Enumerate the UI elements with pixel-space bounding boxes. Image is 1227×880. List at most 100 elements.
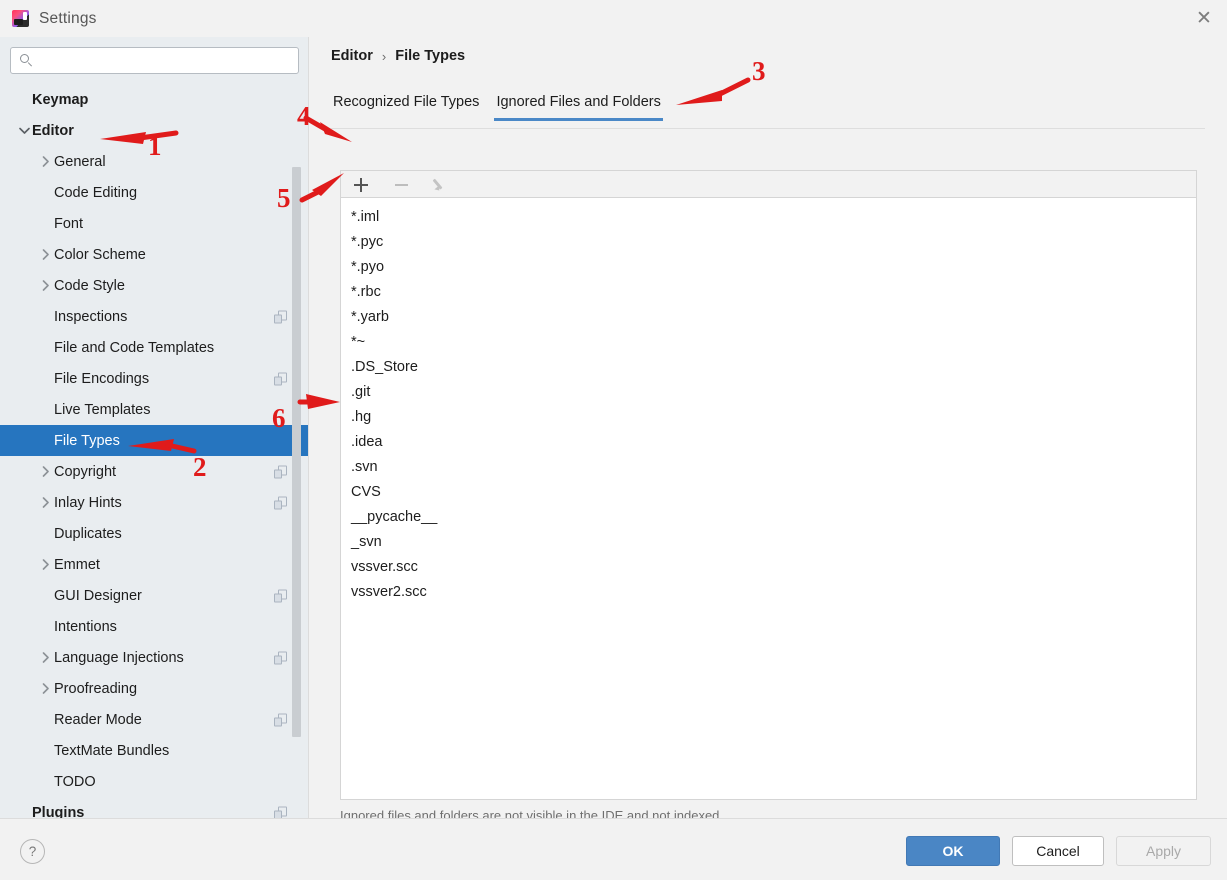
search-input[interactable]: [34, 48, 298, 73]
settings-window: Settings ✕ Keymap Editor General Code Editi…: [0, 0, 1227, 880]
plus-icon: [354, 177, 368, 192]
sidebar-item-general[interactable]: General: [0, 146, 309, 177]
breadcrumb-separator-icon: ›: [381, 48, 387, 64]
sidebar-item-emmet[interactable]: Emmet: [0, 549, 309, 580]
cancel-button[interactable]: Cancel: [1012, 836, 1104, 866]
list-item[interactable]: .git: [341, 379, 1196, 404]
breadcrumb-parent[interactable]: Editor: [331, 48, 373, 64]
sidebar-scrollbar-track[interactable]: [292, 84, 301, 818]
sidebar-item-file-encodings[interactable]: File Encodings: [0, 363, 309, 394]
chevron-right-icon[interactable]: [38, 497, 54, 508]
sidebar-item-intentions[interactable]: Intentions: [0, 611, 309, 642]
list-item[interactable]: CVS: [341, 479, 1196, 504]
sidebar-item-label: Language Injections: [54, 649, 184, 666]
list-item[interactable]: .hg: [341, 404, 1196, 429]
help-icon[interactable]: ?: [20, 839, 45, 864]
sidebar-item-label: Reader Mode: [54, 711, 142, 728]
sidebar-item-language-injections[interactable]: Language Injections: [0, 642, 309, 673]
chevron-right-icon[interactable]: [38, 652, 54, 663]
sidebar-item-label: Intentions: [54, 618, 117, 635]
list-item[interactable]: .svn: [341, 454, 1196, 479]
sidebar-item-label: Inspections: [54, 308, 128, 325]
sidebar-item-textmate-bundles[interactable]: TextMate Bundles: [0, 735, 309, 766]
sidebar-item-todo[interactable]: TODO: [0, 766, 309, 797]
list-item[interactable]: *.yarb: [341, 304, 1196, 329]
add-button[interactable]: [351, 175, 371, 195]
sidebar-item-code-editing[interactable]: Code Editing: [0, 177, 309, 208]
list-item[interactable]: *.iml: [341, 204, 1196, 229]
window-title: Settings: [39, 9, 97, 27]
sidebar-item-copyright[interactable]: Copyright: [0, 456, 309, 487]
chevron-right-icon[interactable]: [38, 466, 54, 477]
breadcrumb-current: File Types: [395, 48, 466, 64]
sidebar-item-plugins[interactable]: Plugins: [0, 797, 309, 818]
sidebar-item-label: Proofreading: [54, 680, 138, 697]
sidebar-item-proofreading[interactable]: Proofreading: [0, 673, 309, 704]
tab-recognized-file-types[interactable]: Recognized File Types: [331, 90, 481, 121]
sidebar-item-label: Code Editing: [54, 184, 138, 201]
sidebar-item-label: Plugins: [32, 804, 85, 819]
ignored-files-list[interactable]: *.iml *.pyc *.pyo *.rbc *.yarb *~ .DS_Store .gi…: [340, 197, 1197, 800]
sidebar-item-editor[interactable]: Editor: [0, 115, 309, 146]
sidebar-scrollbar-thumb[interactable]: [292, 167, 301, 737]
sidebar-item-label: TODO: [54, 773, 96, 790]
sidebar-item-label: Code Style: [54, 277, 125, 294]
sidebar-item-reader-mode[interactable]: Reader Mode: [0, 704, 309, 735]
list-item[interactable]: *.rbc: [341, 279, 1196, 304]
sidebar-item-font[interactable]: Font: [0, 208, 309, 239]
sidebar-item-file-types[interactable]: File Types: [0, 425, 309, 456]
chevron-right-icon[interactable]: [38, 156, 54, 167]
copy-settings-icon: [274, 310, 287, 323]
list-item[interactable]: .idea: [341, 429, 1196, 454]
sidebar-item-inspections[interactable]: Inspections: [0, 301, 309, 332]
list-item[interactable]: .DS_Store: [341, 354, 1196, 379]
copy-settings-icon: [274, 372, 287, 385]
sidebar-item-duplicates[interactable]: Duplicates: [0, 518, 309, 549]
sidebar-item-code-style[interactable]: Code Style: [0, 270, 309, 301]
search-icon: [20, 53, 34, 68]
settings-tree: Keymap Editor General Code Editing Font Color…: [0, 84, 309, 818]
copy-settings-icon: [274, 806, 287, 818]
settings-sidebar: Keymap Editor General Code Editing Font Color…: [0, 37, 309, 818]
sidebar-item-label: Emmet: [54, 556, 100, 573]
remove-button[interactable]: [391, 175, 411, 195]
sidebar-item-gui-designer[interactable]: GUI Designer: [0, 580, 309, 611]
list-item[interactable]: *~: [341, 329, 1196, 354]
sidebar-item-keymap[interactable]: Keymap: [0, 84, 309, 115]
sidebar-item-label: File Types: [54, 432, 120, 449]
list-item[interactable]: vssver2.scc: [341, 579, 1196, 604]
list-item[interactable]: __pycache__: [341, 504, 1196, 529]
edit-button[interactable]: [431, 175, 451, 195]
sidebar-item-label: Editor: [32, 122, 74, 139]
sidebar-item-live-templates[interactable]: Live Templates: [0, 394, 309, 425]
sidebar-item-label: TextMate Bundles: [54, 742, 170, 759]
chevron-right-icon[interactable]: [38, 249, 54, 260]
sidebar-item-label: Duplicates: [54, 525, 122, 542]
sidebar-item-label: Copyright: [54, 463, 117, 480]
tab-ignored-files-and-folders[interactable]: Ignored Files and Folders: [494, 90, 664, 121]
title-bar: Settings ✕: [0, 0, 1227, 37]
sidebar-item-color-scheme[interactable]: Color Scheme: [0, 239, 309, 270]
chevron-down-icon[interactable]: [16, 127, 32, 135]
chevron-right-icon[interactable]: [38, 559, 54, 570]
sidebar-item-label: General: [54, 153, 106, 170]
sidebar-item-inlay-hints[interactable]: Inlay Hints: [0, 487, 309, 518]
ok-button[interactable]: OK: [906, 836, 1000, 866]
search-box[interactable]: [10, 47, 299, 74]
sidebar-item-label: Font: [54, 215, 84, 232]
chevron-right-icon[interactable]: [38, 683, 54, 694]
copy-settings-icon: [274, 496, 287, 509]
chevron-right-icon[interactable]: [38, 280, 54, 291]
sidebar-item-file-and-code-templates[interactable]: File and Code Templates: [0, 332, 309, 363]
list-item[interactable]: *.pyo: [341, 254, 1196, 279]
apply-button[interactable]: Apply: [1116, 836, 1211, 866]
list-item[interactable]: *.pyc: [341, 229, 1196, 254]
close-icon[interactable]: ✕: [1181, 0, 1227, 37]
main-content: Editor › File Types Recognized File Type…: [309, 37, 1227, 823]
sidebar-item-label: Keymap: [32, 91, 89, 108]
list-item[interactable]: _svn: [341, 529, 1196, 554]
list-item[interactable]: vssver.scc: [341, 554, 1196, 579]
tab-bar: Recognized File Types Ignored Files and F…: [331, 90, 664, 121]
sidebar-item-label: File and Code Templates: [54, 339, 215, 356]
list-toolbar: [340, 170, 1197, 198]
